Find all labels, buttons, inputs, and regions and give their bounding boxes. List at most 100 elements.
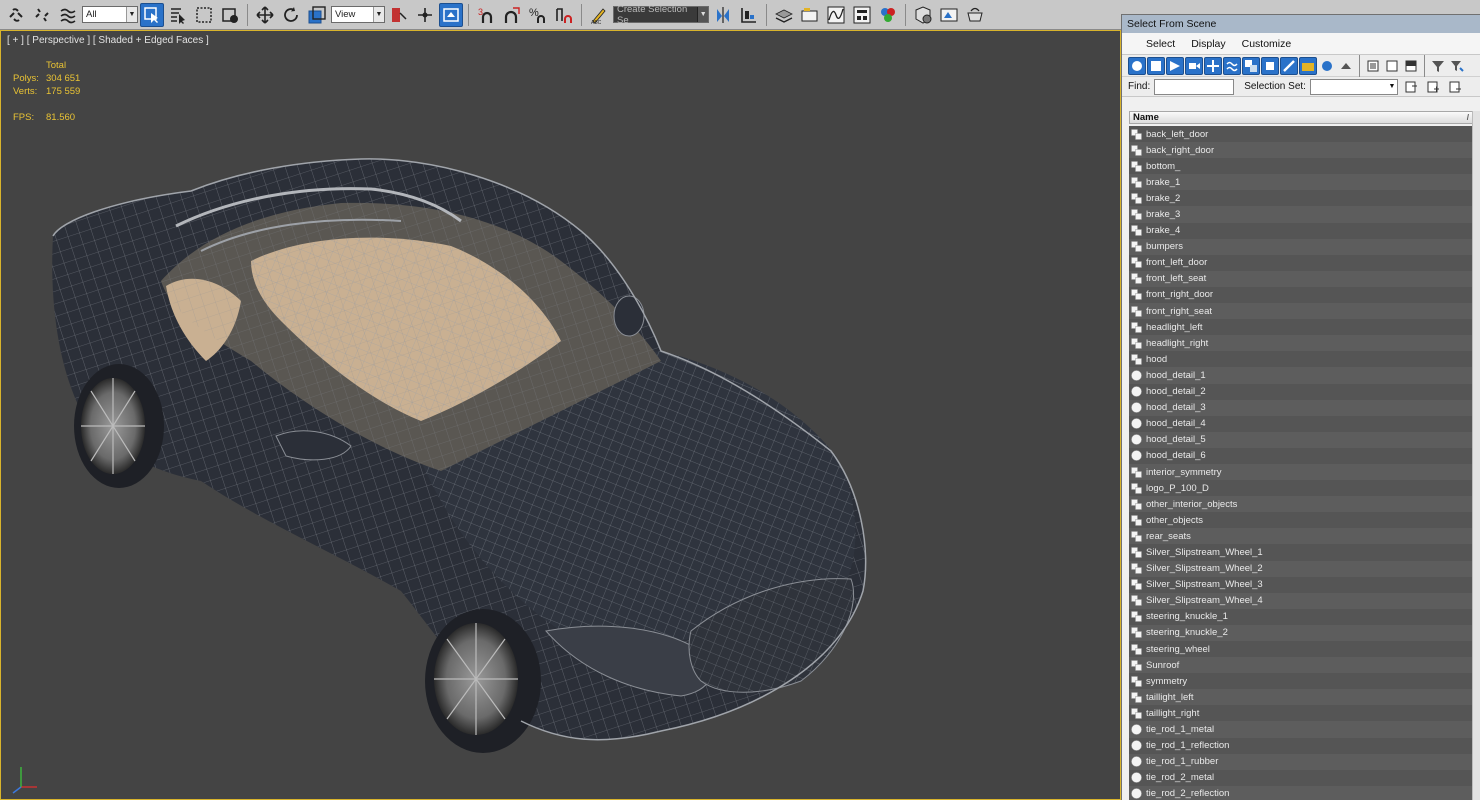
list-item[interactable]: tie_rod_2_metal <box>1129 769 1474 786</box>
selection-set-dropdown[interactable]: ▼ <box>1309 78 1398 95</box>
display-hidden-icon[interactable] <box>1337 57 1355 75</box>
link-icon[interactable] <box>4 3 28 27</box>
angle-snap-icon[interactable] <box>500 3 524 27</box>
dialog-title[interactable]: Select From Scene <box>1122 15 1480 33</box>
list-item[interactable]: hood_detail_2 <box>1129 383 1474 400</box>
list-item[interactable]: hood_detail_3 <box>1129 399 1474 416</box>
scale-icon[interactable] <box>305 3 329 27</box>
display-geometry-icon[interactable] <box>1128 56 1146 75</box>
menu-customize[interactable]: Customize <box>1234 38 1300 50</box>
spinner-snap-icon[interactable] <box>552 3 576 27</box>
list-item[interactable]: back_right_door <box>1129 142 1474 159</box>
pivot-icon[interactable] <box>387 3 411 27</box>
list-item[interactable]: bumpers <box>1129 238 1474 255</box>
column-header-name[interactable]: Name / <box>1129 111 1474 124</box>
bind-spacewarp-icon[interactable] <box>56 3 80 27</box>
list-item[interactable]: symmetry <box>1129 673 1474 690</box>
display-bones-icon[interactable] <box>1280 56 1298 75</box>
list-item[interactable]: steering_knuckle_2 <box>1129 624 1474 641</box>
reference-coordinate-dropdown[interactable]: View ▼ <box>331 6 385 23</box>
display-containers-icon[interactable] <box>1299 56 1317 75</box>
list-item[interactable]: rear_seats <box>1129 528 1474 545</box>
list-item[interactable]: taillight_left <box>1129 689 1474 706</box>
selection-filter-dropdown[interactable]: All ▼ <box>82 6 138 23</box>
list-item[interactable]: headlight_left <box>1129 319 1474 336</box>
selection-set-create-icon[interactable] <box>1402 78 1420 96</box>
layer-manager-icon[interactable] <box>772 3 796 27</box>
align-icon[interactable] <box>737 3 761 27</box>
list-item[interactable]: front_left_seat <box>1129 270 1474 287</box>
list-item[interactable]: front_left_door <box>1129 254 1474 271</box>
list-item[interactable]: brake_4 <box>1129 222 1474 239</box>
list-item[interactable]: taillight_right <box>1129 705 1474 722</box>
toggle-ribbon-icon[interactable] <box>798 3 822 27</box>
display-cameras-icon[interactable] <box>1185 56 1203 75</box>
list-item[interactable]: hood_detail_5 <box>1129 431 1474 448</box>
list-item[interactable]: other_interior_objects <box>1129 496 1474 513</box>
list-item[interactable]: steering_wheel <box>1129 641 1474 658</box>
selection-set-add-icon[interactable] <box>1424 78 1442 96</box>
list-item[interactable]: Silver_Slipstream_Wheel_1 <box>1129 544 1474 561</box>
display-groups-icon[interactable] <box>1242 56 1260 75</box>
list-item[interactable]: front_right_door <box>1129 286 1474 304</box>
mirror-icon[interactable] <box>711 3 735 27</box>
render-setup-icon[interactable] <box>911 3 935 27</box>
rotate-icon[interactable] <box>279 3 303 27</box>
percent-snap-icon[interactable]: % <box>526 3 550 27</box>
list-item[interactable]: logo_P_100_D <box>1129 480 1474 497</box>
list-item[interactable]: tie_rod_2_reflection <box>1129 785 1474 800</box>
list-item[interactable]: hood <box>1129 351 1474 368</box>
named-selection-set-dropdown[interactable]: Create Selection Se ▼ <box>613 4 709 26</box>
edit-named-selection-icon[interactable]: ABC <box>587 3 611 27</box>
display-all-icon[interactable] <box>1364 57 1382 75</box>
menu-select[interactable]: Select <box>1138 38 1183 50</box>
list-item[interactable]: hood_detail_6 <box>1129 447 1474 464</box>
keyboard-shortcut-override-icon[interactable] <box>439 2 463 27</box>
list-item[interactable]: hood_detail_4 <box>1129 415 1474 432</box>
list-item[interactable]: tie_rod_1_metal <box>1129 721 1474 738</box>
list-item[interactable]: steering_knuckle_1 <box>1129 608 1474 625</box>
display-spacewarps-icon[interactable] <box>1223 56 1241 75</box>
display-none-icon[interactable] <box>1383 57 1401 75</box>
rect-selection-icon[interactable] <box>192 3 216 27</box>
display-helpers-icon[interactable] <box>1204 56 1222 75</box>
list-item[interactable]: bottom_ <box>1129 158 1474 175</box>
display-frozen-icon[interactable] <box>1318 57 1336 75</box>
perspective-viewport[interactable]: [ + ] [ Perspective ] [ Shaded + Edged F… <box>0 30 1121 800</box>
curve-editor-icon[interactable] <box>824 3 848 27</box>
select-object-icon[interactable] <box>140 2 164 27</box>
display-lights-icon[interactable] <box>1166 56 1184 75</box>
display-xrefs-icon[interactable] <box>1261 56 1279 75</box>
schematic-view-icon[interactable] <box>850 3 874 27</box>
display-invert-icon[interactable] <box>1402 57 1420 75</box>
rendered-frame-icon[interactable] <box>937 3 961 27</box>
list-item[interactable]: tie_rod_1_reflection <box>1129 737 1474 754</box>
move-icon[interactable] <box>253 3 277 27</box>
list-scrollbar[interactable] <box>1472 111 1480 800</box>
list-item[interactable]: Sunroof <box>1129 657 1474 674</box>
list-item[interactable]: front_right_seat <box>1129 303 1474 320</box>
material-editor-icon[interactable] <box>876 3 900 27</box>
snap-toggle-icon[interactable]: 3 <box>474 3 498 27</box>
list-item[interactable]: Silver_Slipstream_Wheel_3 <box>1129 576 1474 593</box>
selection-set-remove-icon[interactable] <box>1446 78 1464 96</box>
list-item[interactable]: other_objects <box>1129 512 1474 529</box>
list-item[interactable]: Silver_Slipstream_Wheel_2 <box>1129 560 1474 577</box>
select-by-name-icon[interactable] <box>166 3 190 27</box>
list-item[interactable]: tie_rod_1_rubber <box>1129 753 1474 770</box>
list-item[interactable]: brake_3 <box>1129 206 1474 223</box>
list-item[interactable]: interior_symmetry <box>1129 463 1474 481</box>
filter-icon[interactable] <box>1429 57 1447 75</box>
list-item[interactable]: Silver_Slipstream_Wheel_4 <box>1129 592 1474 609</box>
use-pivot-icon[interactable] <box>413 3 437 27</box>
display-shapes-icon[interactable] <box>1147 56 1165 75</box>
menu-display[interactable]: Display <box>1183 38 1233 50</box>
unlink-icon[interactable] <box>30 3 54 27</box>
list-item[interactable]: hood_detail_1 <box>1129 367 1474 384</box>
render-icon[interactable] <box>963 3 987 27</box>
list-item[interactable]: brake_2 <box>1129 190 1474 207</box>
window-crossing-icon[interactable] <box>218 3 242 27</box>
list-item[interactable]: back_left_door <box>1129 126 1474 143</box>
filter-settings-icon[interactable] <box>1448 57 1466 75</box>
find-input[interactable] <box>1154 78 1235 95</box>
